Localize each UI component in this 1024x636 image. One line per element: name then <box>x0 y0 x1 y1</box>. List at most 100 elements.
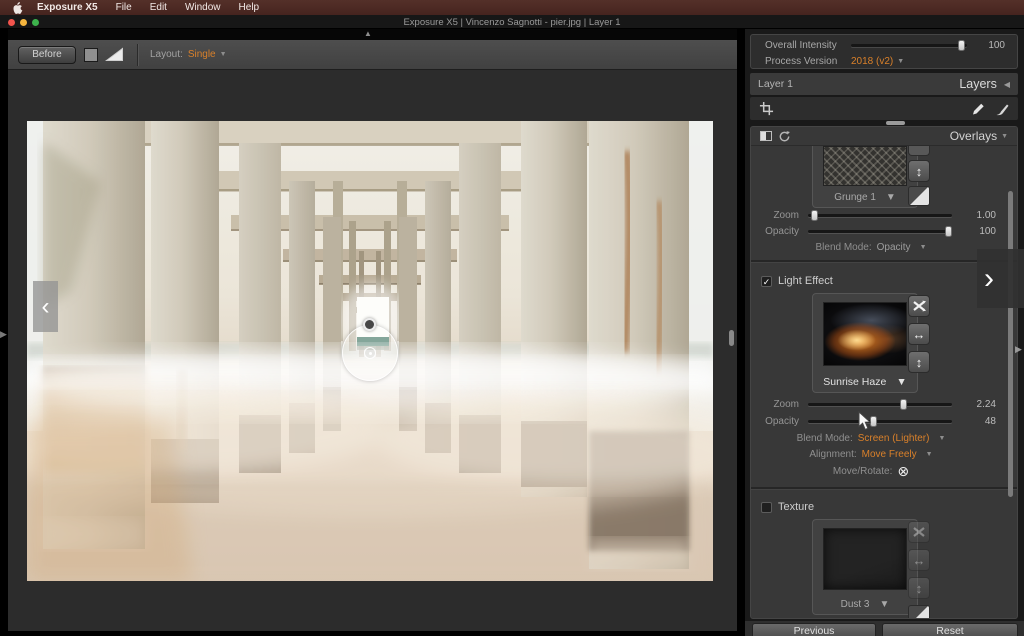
grunge-opacity-knob[interactable] <box>945 226 952 237</box>
window-title: Exposure X5 | Vincenzo Sagnotti - pier.j… <box>0 17 1024 28</box>
texture-checkbox[interactable] <box>761 502 772 513</box>
light-effect-blend-label: Blend Mode: <box>797 433 853 444</box>
chevron-down-icon: ▼ <box>1001 133 1008 140</box>
collapse-up-icon[interactable]: ▲ <box>364 29 372 38</box>
grunge-zoom-label: Zoom <box>751 210 799 221</box>
photo-pier[interactable] <box>27 121 713 581</box>
reset-button[interactable]: Reset <box>882 623 1018 636</box>
previous-button[interactable]: Previous <box>752 623 876 636</box>
menu-bar: Exposure X5 File Edit Window Help <box>0 0 1024 15</box>
overlays-header[interactable]: Overlays ▼ <box>751 127 1017 146</box>
layout-dropdown[interactable]: Single <box>188 49 216 60</box>
layers-header[interactable]: Layer 1 Layers ◀ <box>750 73 1018 95</box>
grunge-opacity-slider[interactable] <box>808 230 952 233</box>
right-panel: Overall Intensity 100 Process Version 20… <box>745 29 1024 636</box>
texture-preset-picker[interactable]: Dust 3 ▼ <box>812 519 918 615</box>
texture-thumbnail[interactable] <box>823 528 907 590</box>
light-effect-zoom-slider[interactable] <box>808 403 952 406</box>
panel-collapse-icon[interactable]: ◀ <box>1004 80 1010 89</box>
grunge-mask-button[interactable] <box>908 186 930 206</box>
light-effect-alignment-label: Alignment: <box>809 449 856 460</box>
layer-tools-row <box>750 97 1018 120</box>
process-version-dropdown[interactable]: 2018 (v2) <box>851 56 893 67</box>
left-panel-expand-handle[interactable]: ▶ <box>0 329 7 340</box>
grunge-blend-label: Blend Mode: <box>816 242 872 253</box>
title-bar: Exposure X5 | Vincenzo Sagnotti - pier.j… <box>0 15 1024 29</box>
split-compare-icon[interactable] <box>760 131 772 141</box>
light-effect-flip-vertical-button[interactable]: ↕ <box>908 351 930 373</box>
right-edge-expand-handle[interactable]: ▶ <box>1015 344 1022 355</box>
viewer-toolbar: Before Layout: Single ▼ <box>8 40 737 70</box>
light-effect-zoom-knob[interactable] <box>900 399 907 410</box>
apple-icon <box>12 2 23 14</box>
chevron-left-icon: ‹ <box>42 293 50 321</box>
section-divider <box>751 487 1017 489</box>
grunge-preset-name[interactable]: Grunge 1 <box>834 192 876 203</box>
light-effect-alignment-dropdown[interactable]: Move Freely <box>862 449 917 460</box>
light-effect-preset-name[interactable]: Sunrise Haze <box>823 376 886 388</box>
overall-intensity-knob[interactable] <box>958 40 965 51</box>
layout-label: Layout: <box>150 49 183 60</box>
background-color-swatch[interactable] <box>84 48 98 62</box>
overlays-panel: Overlays ▼ Grunge 1 ▼ ↕ Zoom <box>750 126 1018 619</box>
texture-preset-name[interactable]: Dust 3 <box>841 599 870 610</box>
flip-vertical-icon: ↕ <box>916 355 923 370</box>
crop-tool-button[interactable] <box>759 101 774 116</box>
light-effect-shuffle-button[interactable] <box>908 295 930 317</box>
light-effect-opacity-label: Opacity <box>751 416 799 427</box>
previous-photo-button[interactable]: ‹ <box>33 281 58 332</box>
reset-section-icon[interactable] <box>778 130 791 143</box>
texture-shuffle-button[interactable] <box>908 521 930 543</box>
split-preview-icon[interactable] <box>105 47 124 62</box>
chevron-down-icon: ▼ <box>896 376 906 388</box>
pencil-tool-button[interactable] <box>971 102 985 116</box>
panel-section-grip[interactable] <box>886 121 905 125</box>
texture-flip-vertical-button[interactable]: ↕ <box>908 577 930 599</box>
check-icon: ✓ <box>763 277 771 287</box>
light-effect-center-handle[interactable] <box>364 347 376 359</box>
apple-menu[interactable] <box>0 2 37 14</box>
panel-footer: Previous Reset <box>745 621 1024 636</box>
texture-flip-horizontal-button[interactable]: ↔ <box>908 549 930 571</box>
grunge-opacity-value: 100 <box>962 226 996 237</box>
app-window: Exposure X5 File Edit Window Help Exposu… <box>0 0 1024 636</box>
grunge-preset-picker[interactable]: Grunge 1 ▼ <box>812 146 918 208</box>
overall-intensity-slider[interactable] <box>851 44 967 47</box>
next-photo-button[interactable]: › <box>977 249 1024 308</box>
grunge-zoom-knob[interactable] <box>811 210 818 221</box>
menu-item-window[interactable]: Window <box>185 2 221 13</box>
chevron-down-icon: ▼ <box>938 435 945 442</box>
menu-item-edit[interactable]: Edit <box>150 2 167 13</box>
light-effect-opacity-slider[interactable] <box>808 420 952 423</box>
flip-vertical-icon: ↕ <box>916 581 923 596</box>
light-effect-rotate-handle[interactable] <box>363 318 376 331</box>
before-button[interactable]: Before <box>18 46 76 64</box>
menu-item-help[interactable]: Help <box>239 2 260 13</box>
chevron-down-icon: ▼ <box>886 192 896 203</box>
light-effect-flip-horizontal-button[interactable]: ↔ <box>908 323 930 345</box>
texture-mask-button[interactable] <box>908 605 930 619</box>
grunge-blend-dropdown[interactable]: Opacity <box>877 242 911 253</box>
menu-item-file[interactable]: File <box>116 2 132 13</box>
light-effect-thumbnail[interactable] <box>823 302 907 366</box>
texture-title: Texture <box>778 501 814 513</box>
chevron-down-icon: ▼ <box>926 451 933 458</box>
panel-scrollbar[interactable] <box>1008 191 1013 497</box>
light-effect-preset-picker[interactable]: Sunrise Haze ▼ <box>812 293 918 393</box>
grunge-thumbnail[interactable] <box>823 146 907 186</box>
viewer-canvas <box>8 70 737 631</box>
menu-item-app[interactable]: Exposure X5 <box>37 2 98 13</box>
grunge-flip-vertical-button[interactable]: ↕ <box>908 160 930 182</box>
panel-divider-grip[interactable] <box>729 330 734 346</box>
brush-tool-button[interactable] <box>995 102 1009 116</box>
light-effect-opacity-value: 48 <box>962 416 996 427</box>
overall-intensity-value: 100 <box>979 40 1005 51</box>
overall-intensity-label: Overall Intensity <box>765 40 851 51</box>
mouse-cursor <box>858 411 872 436</box>
light-effect-checkbox[interactable]: ✓ <box>761 276 772 287</box>
grunge-flip-horizontal-button[interactable] <box>908 146 930 156</box>
current-layer-label: Layer 1 <box>758 78 959 90</box>
light-effect-zoom-label: Zoom <box>751 399 799 410</box>
grunge-zoom-slider[interactable] <box>808 214 952 217</box>
move-rotate-icon[interactable]: ⊗ <box>897 465 909 478</box>
